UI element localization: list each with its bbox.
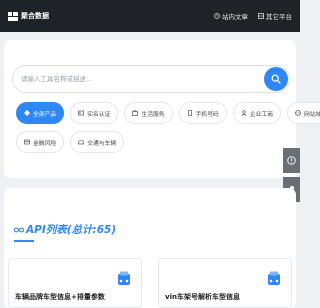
chip-finance[interactable]: 金融风险 — [16, 131, 65, 153]
chip-vehicles[interactable]: 交通与车辆 — [70, 131, 125, 153]
article-icon — [214, 13, 220, 19]
nav-articles[interactable]: 站内文章 — [214, 11, 248, 21]
brand-name: 聚合数据 — [21, 12, 49, 20]
chip-label: 网站域名 — [304, 111, 320, 118]
api-list-title-text: API列表(总计:65) — [26, 224, 117, 236]
platform-icon — [258, 13, 264, 19]
chip-label: 金融风险 — [33, 140, 57, 147]
car-icon — [118, 271, 130, 285]
id-card-icon — [78, 110, 85, 116]
chip-row-2: 金融风险 交通与车辆 — [16, 131, 288, 153]
globe-icon — [295, 110, 301, 116]
chip-label: 手机号码 — [195, 111, 219, 118]
api-list-title: API列表(总计:65) — [14, 222, 116, 237]
search-box — [12, 65, 290, 93]
search-icon — [271, 74, 281, 84]
service-icon — [132, 110, 139, 116]
chip-all-products[interactable]: 全部产品 — [16, 102, 65, 124]
float-info-button[interactable] — [283, 148, 300, 173]
chip-label: 生活服务 — [141, 111, 165, 118]
search-card: 全部产品 实名认证 生活服务 手机号码 — [4, 40, 320, 178]
top-header: 聚合数据 站内文章 其它平台 — [0, 0, 300, 32]
nav-platforms[interactable]: 其它平台 — [258, 11, 292, 21]
brand-logo[interactable]: 聚合数据 — [8, 11, 49, 21]
top-nav: 站内文章 其它平台 — [214, 11, 292, 21]
logo-icon — [8, 11, 18, 21]
phone-icon — [187, 110, 192, 116]
api-card[interactable]: vin车架号解析车型信息 — [158, 258, 292, 308]
category-chips: 全部产品 实名认证 生活服务 手机号码 企业工商 网站域 金融风险 交通与车辆 — [16, 102, 320, 160]
chip-company[interactable]: 企业工商 — [232, 102, 282, 124]
grid-icon — [24, 110, 30, 116]
chip-label: 企业工商 — [249, 111, 274, 118]
company-icon — [241, 110, 247, 116]
infinity-icon — [14, 227, 24, 232]
api-card[interactable]: 车辆品牌车型信息+排量参数 — [8, 258, 142, 308]
car-icon — [268, 271, 280, 285]
title-underline — [14, 240, 34, 242]
chip-label: 交通与车辆 — [87, 140, 117, 147]
info-icon — [287, 156, 296, 165]
api-list-section: API列表(总计:65) 车辆品牌车型信息+排量参数 vin车架号解析车型信息 — [4, 188, 296, 308]
chip-real-name[interactable]: 实名认证 — [70, 102, 119, 124]
search-input[interactable] — [21, 72, 261, 86]
chip-label: 实名认证 — [87, 111, 111, 118]
chip-domain[interactable]: 网站域名 — [287, 102, 320, 124]
chip-label: 全部产品 — [33, 111, 57, 118]
finance-icon — [24, 139, 30, 145]
nav-articles-label: 站内文章 — [222, 13, 248, 21]
nav-platforms-label: 其它平台 — [266, 13, 292, 21]
chip-phone[interactable]: 手机号码 — [178, 102, 227, 124]
api-name: 车辆品牌车型信息+排量参数 — [15, 293, 105, 301]
chip-row-1: 全部产品 实名认证 生活服务 手机号码 企业工商 网站域 — [16, 102, 320, 124]
chip-life-services[interactable]: 生活服务 — [124, 102, 173, 124]
car-icon — [78, 140, 85, 145]
api-name: vin车架号解析车型信息 — [165, 293, 240, 301]
search-button[interactable] — [264, 67, 288, 91]
